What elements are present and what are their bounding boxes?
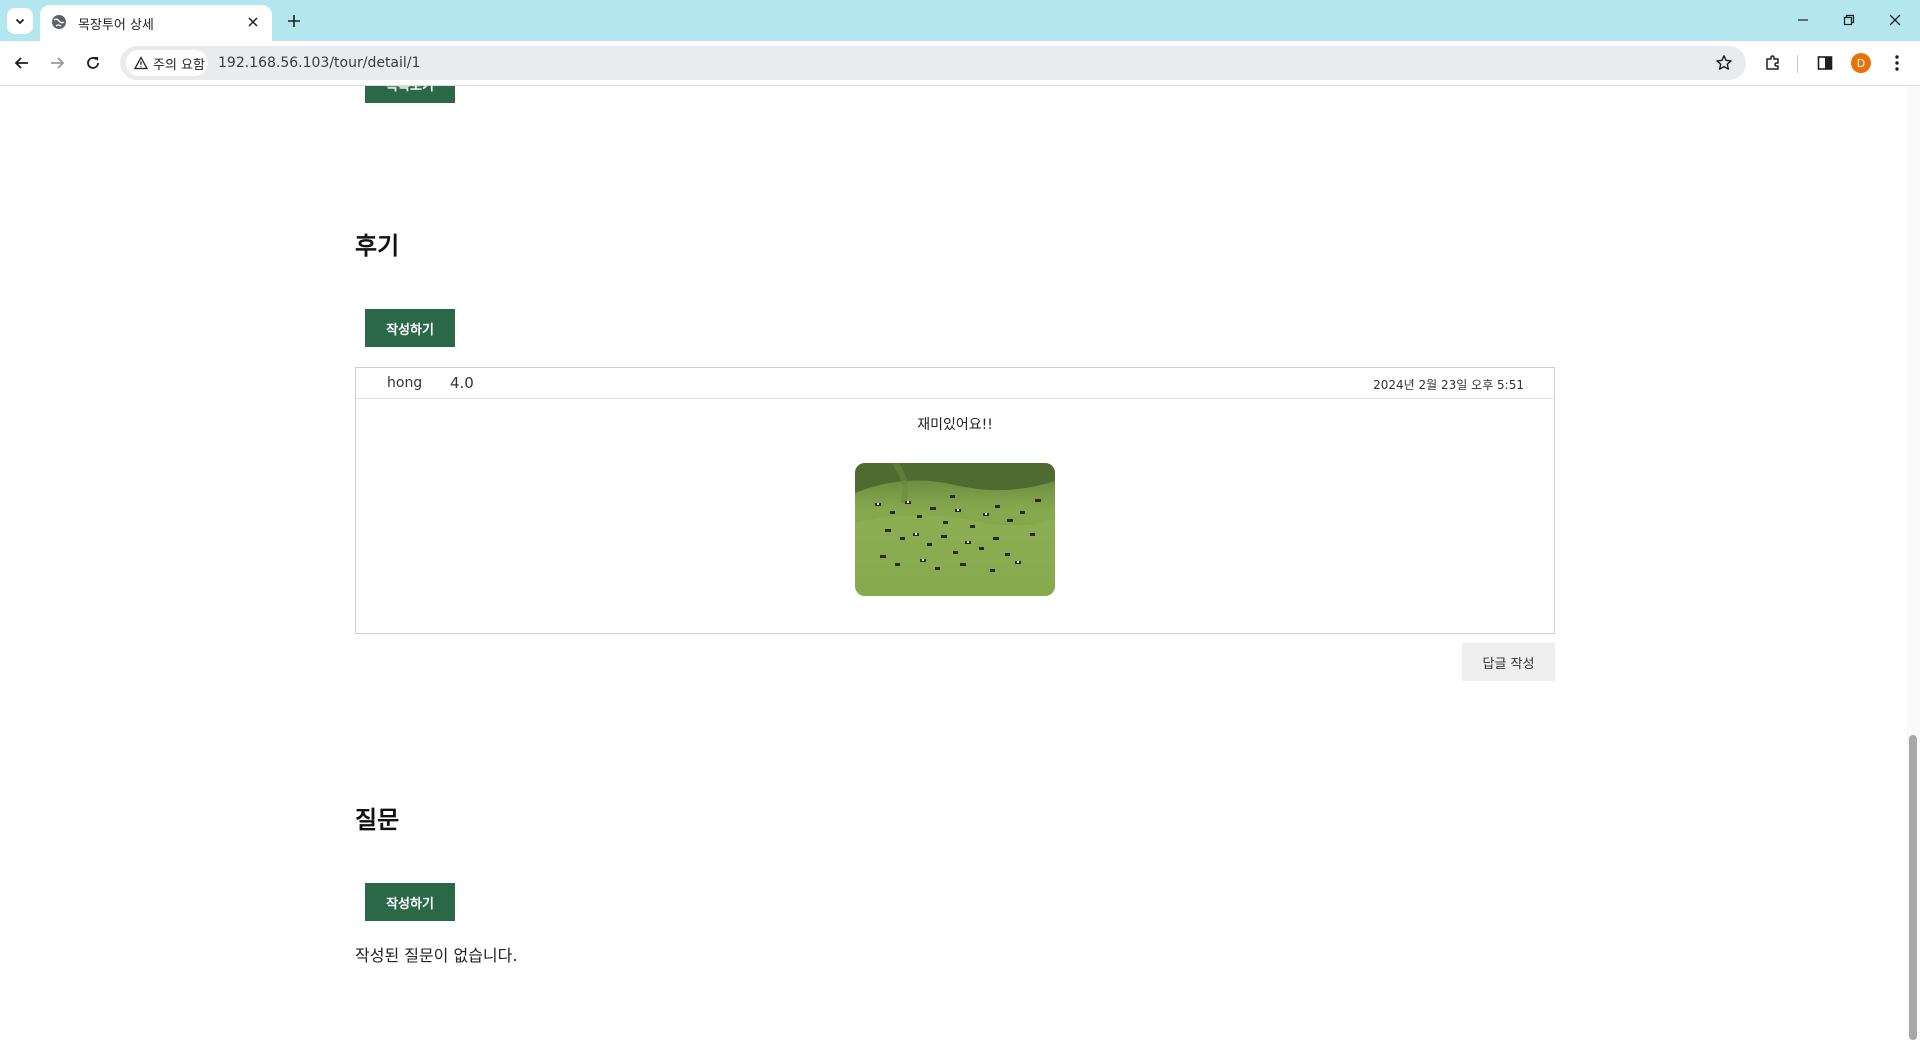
security-label: 주의 요함 (153, 57, 205, 73)
reload-icon (87, 57, 99, 69)
close-tab-button[interactable] (244, 13, 262, 31)
restore-button[interactable] (1826, 0, 1872, 40)
review-date: 2024년 2월 23일 오후 5:51 (1373, 378, 1524, 392)
back-button[interactable] (9, 50, 35, 76)
write-review-button[interactable]: 작성하기 (365, 309, 455, 347)
reviews-title: 후기 (355, 232, 400, 260)
plus-icon (288, 15, 300, 27)
forward-button[interactable] (44, 50, 70, 76)
questions-empty-message: 작성된 질문이 없습니다. (355, 946, 518, 965)
reply-button[interactable]: 답글 작성 (1462, 643, 1555, 681)
review-text: 재미있어요!! (917, 417, 993, 433)
address-bar[interactable]: 주의 요함 192.168.56.103/tour/detail/1 (120, 46, 1746, 80)
extensions-button[interactable] (1761, 51, 1785, 75)
star-icon (1716, 55, 1732, 70)
tab-search-button[interactable] (7, 8, 33, 34)
active-tab[interactable]: 목장투어 상세 (40, 5, 272, 41)
minimize-button[interactable] (1780, 0, 1826, 40)
avatar: D (1851, 53, 1871, 73)
profile-button[interactable]: D (1849, 51, 1873, 75)
review-card: hong 4.0 2024년 2월 23일 오후 5:51 재미있어요!! (355, 367, 1555, 634)
review-author: hong (387, 375, 423, 391)
questions-title: 질문 (355, 806, 400, 834)
close-window-button[interactable] (1872, 0, 1918, 40)
list-button[interactable]: 목록보기 (365, 86, 455, 103)
review-photo[interactable] (855, 463, 1055, 596)
side-panel-button[interactable] (1813, 51, 1837, 75)
pasture-image (855, 463, 1055, 596)
chevron-down-icon (15, 18, 25, 25)
url-text[interactable]: 192.168.56.103/tour/detail/1 (218, 55, 420, 71)
write-question-button[interactable]: 작성하기 (365, 883, 455, 921)
arrow-right-icon (51, 57, 65, 69)
bookmark-button[interactable] (1714, 53, 1734, 73)
globe-icon (52, 15, 66, 29)
security-chip[interactable]: 주의 요함 (126, 50, 208, 76)
side-panel-icon (1817, 56, 1833, 70)
puzzle-icon (1766, 55, 1779, 70)
menu-button[interactable] (1885, 51, 1909, 75)
tab-strip: 목장투어 상세 (0, 0, 1920, 41)
toolbar-divider (1797, 55, 1798, 73)
browser-toolbar: 주의 요함 192.168.56.103/tour/detail/1 D (0, 41, 1920, 86)
review-rating: 4.0 (450, 374, 474, 392)
close-icon (1889, 14, 1901, 26)
arrow-left-icon (14, 57, 28, 69)
tab-title: 목장투어 상세 (78, 18, 154, 33)
restore-icon (1843, 14, 1855, 26)
warning-icon (134, 56, 148, 70)
reload-button[interactable] (80, 50, 106, 76)
more-vertical-icon (1895, 55, 1899, 71)
scrollbar-thumb[interactable] (1909, 735, 1917, 1040)
page-viewport: 목록보기 후기 작성하기 hong 4.0 2024년 2월 23일 오후 5:… (0, 86, 1920, 1040)
minimize-icon (1798, 19, 1808, 21)
close-icon (248, 17, 258, 27)
review-header: hong 4.0 2024년 2월 23일 오후 5:51 (356, 368, 1554, 399)
new-tab-button[interactable] (281, 8, 307, 34)
